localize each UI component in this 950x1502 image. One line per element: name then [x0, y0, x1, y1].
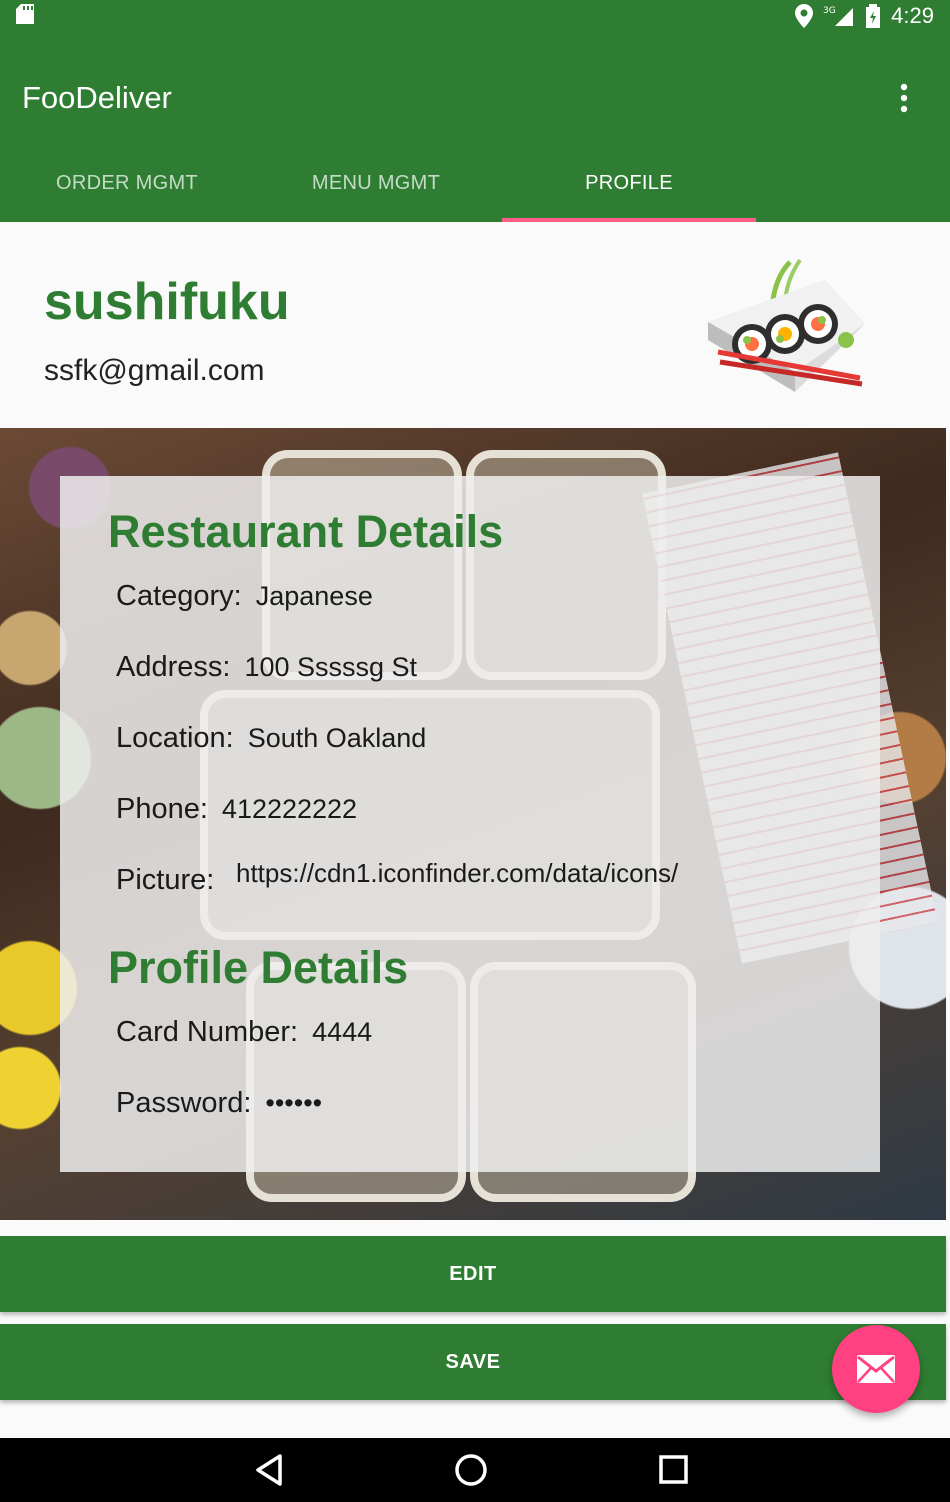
nav-bar [0, 1438, 950, 1502]
profile-header: sushifuku ssfk@gmail.com [0, 222, 946, 428]
app-title: FooDeliver [22, 80, 172, 115]
picture-url-value: https://cdn1.iconfinder.com/data/icons/ [236, 858, 679, 888]
restaurant-email: ssfk@gmail.com [44, 354, 265, 387]
category-value[interactable]: Japanese [256, 581, 373, 612]
location-value[interactable]: South Oakland [248, 723, 427, 754]
details-panel: Restaurant Details Category: Japanese Ad… [60, 476, 880, 1172]
sd-card-icon [16, 4, 34, 24]
email-icon [857, 1355, 895, 1383]
edit-button[interactable]: EDIT [0, 1236, 946, 1312]
tab-menu-mgmt[interactable]: MENU MGMT [249, 144, 503, 222]
restaurant-details-title: Restaurant Details [108, 506, 504, 557]
sushi-logo-icon [708, 258, 865, 392]
phone-label: Phone: [116, 793, 208, 825]
email-fab[interactable] [832, 1325, 920, 1413]
tab-order-mgmt[interactable]: ORDER MGMT [0, 144, 254, 222]
password-label: Password: [116, 1087, 252, 1119]
password-field: Password: •••••• [116, 1087, 322, 1120]
address-value[interactable]: 100 Sssssg St [244, 652, 417, 683]
password-value[interactable]: •••••• [265, 1088, 322, 1119]
home-icon[interactable] [451, 1452, 491, 1488]
signal-icon: 3G [823, 6, 854, 26]
card-number-value[interactable]: 4444 [312, 1017, 372, 1048]
card-number-label: Card Number: [116, 1016, 299, 1048]
location-field: Location: South Oakland [116, 722, 426, 755]
location-icon [795, 4, 814, 28]
picture-url-input[interactable]: https://cdn1.iconfinder.com/data/icons/ [236, 858, 836, 898]
address-field: Address: 100 Sssssg St [116, 651, 417, 684]
phone-field: Phone: 412222222 [116, 793, 357, 826]
location-label: Location: [116, 722, 234, 754]
picture-field: Picture: [116, 864, 228, 897]
tab-bar: ORDER MGMT MENU MGMT PROFILE [0, 144, 950, 222]
save-button[interactable]: SAVE [0, 1324, 946, 1400]
phone-value[interactable]: 412222222 [222, 794, 357, 825]
recents-icon[interactable] [653, 1452, 693, 1488]
category-label: Category: [116, 580, 242, 612]
category-field: Category: Japanese [116, 580, 373, 613]
card-number-field: Card Number: 4444 [116, 1016, 372, 1049]
picture-label: Picture: [116, 864, 215, 896]
address-label: Address: [116, 651, 231, 683]
status-time: 4:29 [891, 3, 934, 28]
restaurant-name: sushifuku [44, 273, 290, 331]
status-bar: 3G 4:29 [0, 0, 950, 32]
battery-icon [866, 4, 881, 28]
back-icon[interactable] [250, 1452, 290, 1488]
more-vert-icon[interactable] [892, 82, 916, 114]
app-bar: FooDeliver ORDER MGMT MENU MGMT PROFILE [0, 32, 950, 222]
tab-profile[interactable]: PROFILE [502, 144, 756, 222]
svg-text:3G: 3G [823, 6, 836, 16]
profile-details-title: Profile Details [108, 942, 409, 993]
